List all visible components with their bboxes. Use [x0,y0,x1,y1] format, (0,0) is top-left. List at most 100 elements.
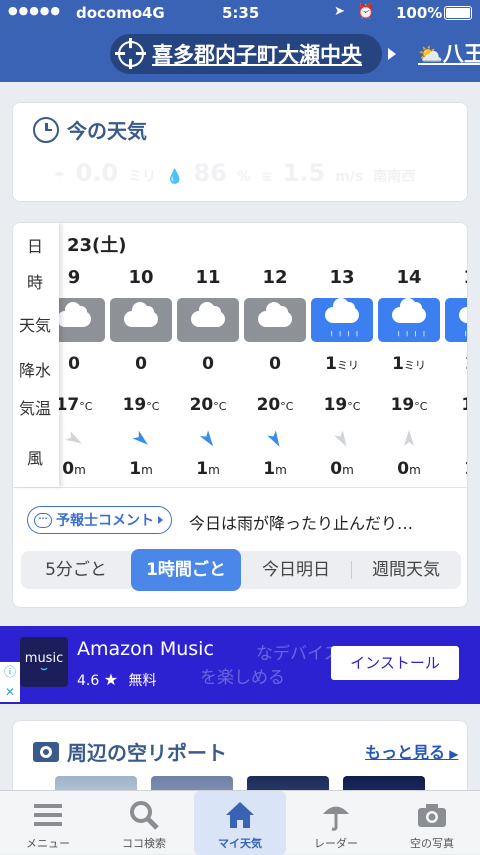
speech-bubble-icon: ··· [34,512,52,528]
ad-install-button[interactable]: インストール [331,646,459,680]
precip-value: 1ミリ [325,354,359,374]
hour-label: 12 [262,267,288,288]
ad-ghost-line2: を楽しめる [200,668,285,688]
current-weather-card: 今の天気 ☂ 0.0 ミリ 💧 86 % ≋ 1.5 m/s 南南西 [12,102,468,202]
rain-icon: ╷╷╷╷ [445,298,467,342]
tab-sky-photos[interactable]: 空の写真 [384,791,480,855]
forecast-date: 23(土) [67,235,127,256]
tab-5min[interactable]: 5分ごと [21,551,131,589]
cloud-icon [110,298,172,342]
temp-value: 18° [443,395,467,415]
tab-menu[interactable]: メニュー [0,791,96,855]
row-label-temp: 気温 [18,399,51,418]
ad-banner[interactable]: music ⌣ なデバイス を楽しめる Amazon Music 4.6 ★ 無料 … [0,626,480,704]
hour-label: 10 [128,267,154,288]
battery-icon [444,6,472,20]
location-name: 喜多郡内子町大瀬中央 [152,43,362,67]
tab-search-label: ココ検索 [122,837,166,850]
divider [13,487,467,488]
humidity-icon: 💧 [166,169,184,185]
rain-icon: ╷╷╷╷ [311,298,373,342]
ad-rating: 4.6 ★ 無料 [77,670,157,690]
home-icon [226,802,254,828]
ad-choices[interactable]: ⓘ ✕ [0,662,20,702]
wind-value: 1m [443,459,467,479]
now-humidity: 86 [193,159,227,187]
tab-today-tomorrow[interactable]: 今日明日 [241,551,351,589]
ad-close-icon[interactable]: ✕ [0,682,20,702]
hourly-forecast-card: 日 時 天気 降水 気温 風 23(土) 9 0 17°C 0m 10 0 19°C 1m 11… [12,222,468,608]
tab-menu-label: メニュー [26,837,70,850]
cloud-icon [244,298,306,342]
clock-icon [33,116,59,143]
hour-label: 15 [443,267,467,288]
search-icon [130,801,159,830]
precip-value: 0 [269,354,281,374]
now-wind: 1.5 [282,159,326,187]
chevron-right-icon: ▶ [445,747,459,761]
wind-value: 0m [330,459,354,479]
current-location-icon [115,41,146,67]
forecaster-comment-label: 予報士コメント [56,513,154,529]
tab-my-weather-label: マイ天気 [218,837,262,850]
ad-info-icon[interactable]: ⓘ [0,662,20,682]
network-label: 4G [142,4,165,22]
precip-value: 0 [135,354,147,374]
row-label-date: 日 [26,237,43,256]
ad-price: 無料 [128,673,157,689]
forecaster-comment-button[interactable]: ··· 予報士コメント [27,506,172,534]
clock-time: 5:35 [222,4,260,22]
hour-label: 13 [329,267,355,288]
see-more-label: もっと見る [365,743,446,762]
tab-radar-label: レーダー [314,837,358,850]
temp-value: 19°C [122,395,160,415]
tab-search[interactable]: ココ検索 [96,791,192,855]
row-label-wind: 風 [26,449,43,468]
current-weather-title: 今の天気 [33,115,147,144]
wind-value: 1m [196,459,220,479]
wind-direction-icon [267,430,280,447]
row-label-precip: 降水 [18,361,51,380]
forecast-range-tabs: 5分ごと 1時間ごと 今日明日 週間天気 [21,549,461,591]
chevron-right-icon [158,516,163,524]
now-humidity-unit: % [236,169,251,185]
tab-weekly[interactable]: 週間天気 [351,551,461,589]
ad-title: Amazon Music [77,638,214,660]
wind-value: 1m [129,459,153,479]
location-header: 喜多郡内子町大瀬中央 ⛅八王 [0,26,480,82]
tab-my-weather[interactable]: マイ天気 [194,791,286,855]
menu-icon [34,804,62,826]
temp-value: 19°C [323,395,361,415]
precip-value: 1ミリ [392,354,426,374]
now-wind-dir: 南南西 [373,169,416,185]
wind-direction-icon [199,430,214,447]
precip-value: 0 [202,354,214,374]
forecaster-comment-text[interactable]: 今日は雨が降ったり止んだり… [189,510,413,534]
temp-value: 20°C [256,395,294,415]
wind-direction-icon [132,430,148,445]
temp-value: 19°C [390,395,428,415]
amazon-music-logo: music ⌣ [20,637,68,687]
row-label-hour: 時 [26,273,43,292]
cloud-icon [177,298,239,342]
next-location-name: 八王 [442,42,480,66]
umbrella-icon: ☂ [53,169,66,185]
current-weather-heading: 今の天気 [67,119,147,143]
status-bar: ●●●●● docomo 4G 5:35 ➤ ⏰ 100% [0,0,480,26]
radar-umbrella-icon [323,806,349,831]
sun-cloud-icon: ⛅ [418,42,443,66]
current-weather-values: ☂ 0.0 ミリ 💧 86 % ≋ 1.5 m/s 南南西 [53,159,415,187]
current-location-pill[interactable]: 喜多郡内子町大瀬中央 [110,34,382,74]
bottom-tab-bar: メニュー ココ検索 マイ天気 レーダー 空の写真 [0,790,480,855]
see-more-link[interactable]: もっと見る ▶ [365,739,458,763]
precip-value: 1ミ [443,354,467,374]
sky-report-heading: 周辺の空リポート [67,741,227,765]
wind-direction-icon [65,431,82,444]
tab-hourly[interactable]: 1時間ごと [131,549,241,591]
temp-value: 20°C [189,395,227,415]
hour-label: 14 [396,267,422,288]
next-location-arrow-icon[interactable] [388,48,396,60]
tab-radar[interactable]: レーダー [288,791,384,855]
next-location-link[interactable]: ⛅八王 [418,38,480,68]
wind-direction-icon [334,430,347,447]
